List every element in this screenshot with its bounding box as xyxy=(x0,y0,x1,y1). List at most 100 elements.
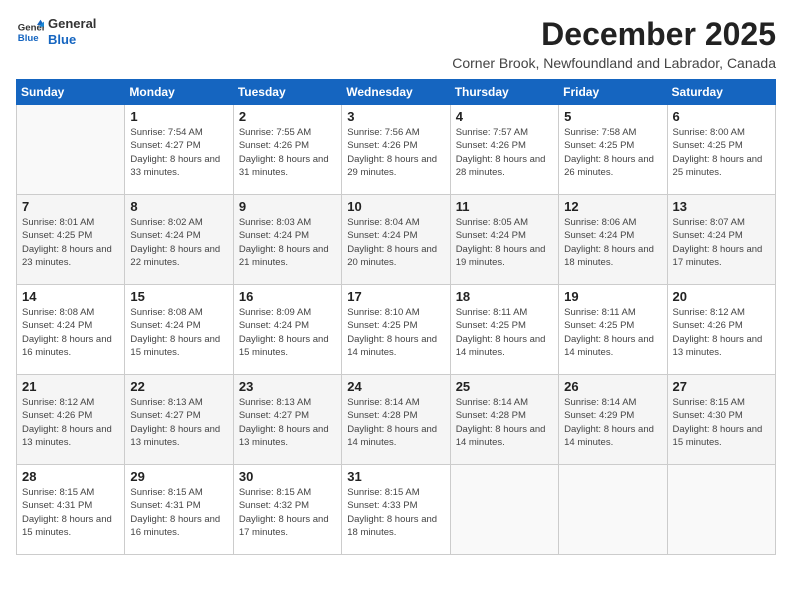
day-info: Sunrise: 8:08 AM Sunset: 4:24 PM Dayligh… xyxy=(22,306,119,359)
day-number: 13 xyxy=(673,199,770,214)
table-row: 16Sunrise: 8:09 AM Sunset: 4:24 PM Dayli… xyxy=(233,285,341,375)
col-tuesday: Tuesday xyxy=(233,80,341,105)
table-row: 25Sunrise: 8:14 AM Sunset: 4:28 PM Dayli… xyxy=(450,375,558,465)
day-number: 20 xyxy=(673,289,770,304)
table-row: 24 Sunrise: 8:14 AM Sunset: 4:28 PM Dayli… xyxy=(342,375,450,465)
day-number: 12 xyxy=(564,199,661,214)
location-subtitle: Corner Brook, Newfoundland and Labrador,… xyxy=(452,55,776,71)
day-info: Sunrise: 8:10 AM Sunset: 4:25 PM Dayligh… xyxy=(347,306,444,359)
table-row: 27Sunrise: 8:15 AM Sunset: 4:30 PM Dayli… xyxy=(667,375,775,465)
day-number: 16 xyxy=(239,289,336,304)
day-info: Sunrise: 8:04 AM Sunset: 4:24 PM Dayligh… xyxy=(347,216,444,269)
day-number: 3 xyxy=(347,109,444,124)
day-number: 1 xyxy=(130,109,227,124)
table-row: 1 Sunrise: 7:54 AM Sunset: 4:27 PM Daylig… xyxy=(125,105,233,195)
table-row: 3 Sunrise: 7:56 AM Sunset: 4:26 PM Daylig… xyxy=(342,105,450,195)
day-info: Sunrise: 8:14 AM Sunset: 4:28 PM Dayligh… xyxy=(456,396,553,449)
day-info: Sunrise: 7:58 AM Sunset: 4:25 PM Dayligh… xyxy=(564,126,661,179)
table-row: 6 Sunrise: 8:00 AM Sunset: 4:25 PM Daylig… xyxy=(667,105,775,195)
table-row xyxy=(17,105,125,195)
day-number: 17 xyxy=(347,289,444,304)
day-info: Sunrise: 8:11 AM Sunset: 4:25 PM Dayligh… xyxy=(456,306,553,359)
month-title: December 2025 xyxy=(452,16,776,53)
logo-text-blue: Blue xyxy=(48,32,96,48)
title-area: December 2025 Corner Brook, Newfoundland… xyxy=(452,16,776,71)
day-info: Sunrise: 8:14 AM Sunset: 4:28 PM Dayligh… xyxy=(347,396,444,449)
table-row xyxy=(667,465,775,555)
col-monday: Monday xyxy=(125,80,233,105)
day-number: 30 xyxy=(239,469,336,484)
day-info: Sunrise: 7:54 AM Sunset: 4:27 PM Dayligh… xyxy=(130,126,227,179)
svg-text:Blue: Blue xyxy=(18,32,39,43)
calendar-week-row: 21Sunrise: 8:12 AM Sunset: 4:26 PM Dayli… xyxy=(17,375,776,465)
day-number: 9 xyxy=(239,199,336,214)
table-row: 5 Sunrise: 7:58 AM Sunset: 4:25 PM Daylig… xyxy=(559,105,667,195)
table-row: 7Sunrise: 8:01 AM Sunset: 4:25 PM Daylig… xyxy=(17,195,125,285)
table-row: 8 Sunrise: 8:02 AM Sunset: 4:24 PM Daylig… xyxy=(125,195,233,285)
table-row: 11Sunrise: 8:05 AM Sunset: 4:24 PM Dayli… xyxy=(450,195,558,285)
day-info: Sunrise: 8:08 AM Sunset: 4:24 PM Dayligh… xyxy=(130,306,227,359)
col-sunday: Sunday xyxy=(17,80,125,105)
day-number: 6 xyxy=(673,109,770,124)
day-info: Sunrise: 8:00 AM Sunset: 4:25 PM Dayligh… xyxy=(673,126,770,179)
header-row: Sunday Monday Tuesday Wednesday Thursday… xyxy=(17,80,776,105)
day-number: 14 xyxy=(22,289,119,304)
table-row: 23 Sunrise: 8:13 AM Sunset: 4:27 PM Dayli… xyxy=(233,375,341,465)
day-number: 11 xyxy=(456,199,553,214)
table-row: 4 Sunrise: 7:57 AM Sunset: 4:26 PM Daylig… xyxy=(450,105,558,195)
table-row: 22 Sunrise: 8:13 AM Sunset: 4:27 PM Dayli… xyxy=(125,375,233,465)
day-info: Sunrise: 7:55 AM Sunset: 4:26 PM Dayligh… xyxy=(239,126,336,179)
table-row: 20 Sunrise: 8:12 AM Sunset: 4:26 PM Dayli… xyxy=(667,285,775,375)
day-info: Sunrise: 7:56 AM Sunset: 4:26 PM Dayligh… xyxy=(347,126,444,179)
day-info: Sunrise: 8:15 AM Sunset: 4:31 PM Dayligh… xyxy=(130,486,227,539)
day-info: Sunrise: 8:02 AM Sunset: 4:24 PM Dayligh… xyxy=(130,216,227,269)
day-number: 31 xyxy=(347,469,444,484)
day-number: 10 xyxy=(347,199,444,214)
col-thursday: Thursday xyxy=(450,80,558,105)
day-info: Sunrise: 8:15 AM Sunset: 4:32 PM Dayligh… xyxy=(239,486,336,539)
day-number: 24 xyxy=(347,379,444,394)
table-row: 19Sunrise: 8:11 AM Sunset: 4:25 PM Dayli… xyxy=(559,285,667,375)
day-info: Sunrise: 8:03 AM Sunset: 4:24 PM Dayligh… xyxy=(239,216,336,269)
day-number: 4 xyxy=(456,109,553,124)
table-row: 18Sunrise: 8:11 AM Sunset: 4:25 PM Dayli… xyxy=(450,285,558,375)
logo: General Blue General Blue xyxy=(16,16,96,47)
day-info: Sunrise: 8:12 AM Sunset: 4:26 PM Dayligh… xyxy=(673,306,770,359)
table-row xyxy=(450,465,558,555)
table-row: 30 Sunrise: 8:15 AM Sunset: 4:32 PM Dayli… xyxy=(233,465,341,555)
table-row: 17 Sunrise: 8:10 AM Sunset: 4:25 PM Dayli… xyxy=(342,285,450,375)
logo-icon: General Blue xyxy=(16,18,44,46)
table-row: 21Sunrise: 8:12 AM Sunset: 4:26 PM Dayli… xyxy=(17,375,125,465)
table-row: 9 Sunrise: 8:03 AM Sunset: 4:24 PM Daylig… xyxy=(233,195,341,285)
col-friday: Friday xyxy=(559,80,667,105)
day-number: 22 xyxy=(130,379,227,394)
calendar-table: Sunday Monday Tuesday Wednesday Thursday… xyxy=(16,79,776,555)
day-info: Sunrise: 7:57 AM Sunset: 4:26 PM Dayligh… xyxy=(456,126,553,179)
calendar-week-row: 1 Sunrise: 7:54 AM Sunset: 4:27 PM Daylig… xyxy=(17,105,776,195)
day-number: 23 xyxy=(239,379,336,394)
calendar-week-row: 14 Sunrise: 8:08 AM Sunset: 4:24 PM Dayli… xyxy=(17,285,776,375)
table-row xyxy=(559,465,667,555)
table-row: 26 Sunrise: 8:14 AM Sunset: 4:29 PM Dayli… xyxy=(559,375,667,465)
day-number: 5 xyxy=(564,109,661,124)
logo-text-general: General xyxy=(48,16,96,32)
header: General Blue General Blue December 2025 … xyxy=(16,16,776,71)
day-number: 26 xyxy=(564,379,661,394)
table-row: 15Sunrise: 8:08 AM Sunset: 4:24 PM Dayli… xyxy=(125,285,233,375)
day-info: Sunrise: 8:01 AM Sunset: 4:25 PM Dayligh… xyxy=(22,216,119,269)
day-info: Sunrise: 8:14 AM Sunset: 4:29 PM Dayligh… xyxy=(564,396,661,449)
table-row: 31Sunrise: 8:15 AM Sunset: 4:33 PM Dayli… xyxy=(342,465,450,555)
day-number: 28 xyxy=(22,469,119,484)
day-info: Sunrise: 8:07 AM Sunset: 4:24 PM Dayligh… xyxy=(673,216,770,269)
table-row: 28Sunrise: 8:15 AM Sunset: 4:31 PM Dayli… xyxy=(17,465,125,555)
calendar-week-row: 28 Sunrise: 8:15 AM Sunset: 4:31 PM Dayli… xyxy=(17,465,776,555)
day-number: 8 xyxy=(130,199,227,214)
day-info: Sunrise: 8:13 AM Sunset: 4:27 PM Dayligh… xyxy=(130,396,227,449)
day-number: 27 xyxy=(673,379,770,394)
day-info: Sunrise: 8:13 AM Sunset: 4:27 PM Dayligh… xyxy=(239,396,336,449)
table-row: 2Sunrise: 7:55 AM Sunset: 4:26 PM Daylig… xyxy=(233,105,341,195)
day-info: Sunrise: 8:12 AM Sunset: 4:26 PM Dayligh… xyxy=(22,396,119,449)
day-number: 29 xyxy=(130,469,227,484)
page-wrapper: General Blue General Blue December 2025 … xyxy=(16,16,776,555)
table-row: 29 Sunrise: 8:15 AM Sunset: 4:31 PM Dayli… xyxy=(125,465,233,555)
